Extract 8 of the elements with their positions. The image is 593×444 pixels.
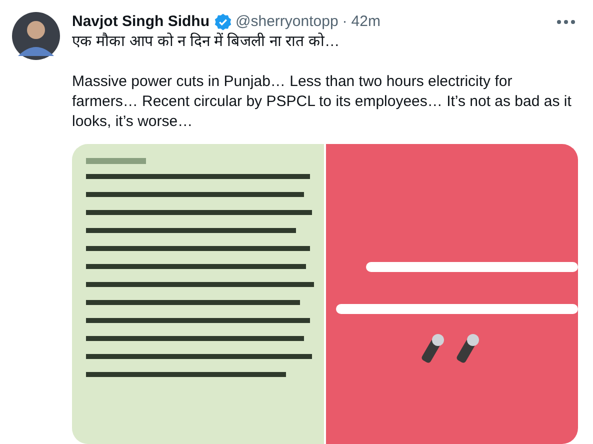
- timestamp[interactable]: 42m: [351, 12, 380, 32]
- tweet-text: Massive power cuts in Punjab… Less than two hours electricity for farmers… Recent circular by PSPCL to its employees… It’s not as bad as it looks, it’s worse…: [72, 72, 572, 132]
- separator: ·: [342, 12, 348, 32]
- author-name[interactable]: Navjot Singh Sidhu: [72, 12, 210, 32]
- author-handle: @sherryontopp: [236, 12, 338, 32]
- avatar[interactable]: [12, 12, 60, 60]
- tweet-text: एक मौका आप को न दिन में बिजली ना रात को…: [72, 32, 341, 52]
- more-options-icon[interactable]: [557, 20, 575, 24]
